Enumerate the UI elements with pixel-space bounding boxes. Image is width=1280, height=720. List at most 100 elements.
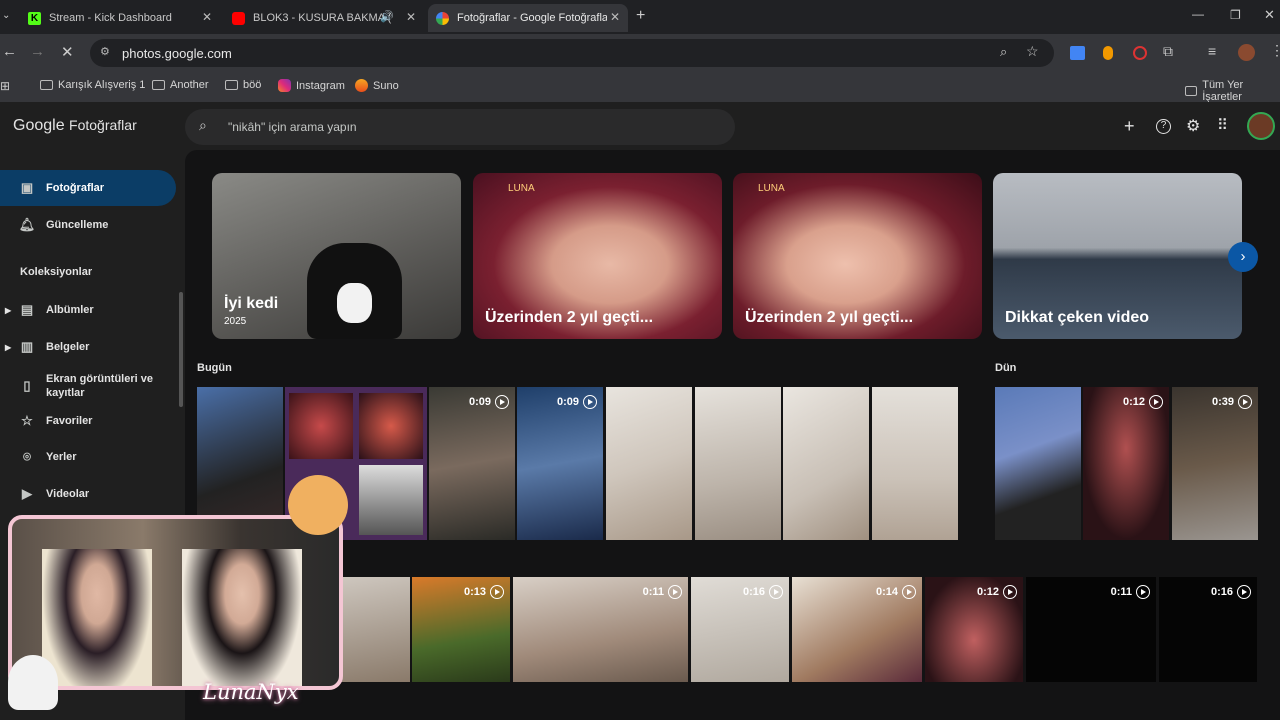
sidebar-scrollbar[interactable]	[179, 292, 183, 407]
forward-icon[interactable]: →	[30, 43, 45, 60]
site-info-icon[interactable]: ⚙	[100, 45, 110, 58]
screenshot-icon: ▯	[23, 378, 31, 393]
video-thumbnail[interactable]: 0:39	[1172, 387, 1258, 540]
extensions-puzzle-icon[interactable]: ⧉	[1163, 43, 1173, 60]
collage-cell	[359, 465, 423, 535]
bookmark-item[interactable]: Another	[152, 79, 209, 91]
tab-google-photos[interactable]: Fotoğraflar - Google Fotoğrafla ✕	[428, 4, 628, 32]
document-icon: ▥	[20, 339, 34, 354]
url-text[interactable]: photos.google.com	[122, 46, 232, 61]
video-duration: 0:12	[1123, 395, 1163, 409]
sidebar-item-documents[interactable]: ▶ ▥ Belgeler	[0, 329, 176, 365]
expand-icon[interactable]: ▶	[5, 306, 11, 315]
photo-thumbnail[interactable]	[995, 387, 1081, 540]
video-icon: ▶	[22, 486, 32, 501]
photo-thumbnail[interactable]	[606, 387, 692, 540]
address-bar-row: ← → ✕ ⚙ photos.google.com ⌕ ☆ ⧉ ≡ ⋮	[0, 34, 1280, 72]
photo-thumbnail[interactable]	[872, 387, 958, 540]
folder-icon	[152, 80, 165, 90]
apps-grid-icon[interactable]: ⠿	[1217, 116, 1228, 134]
search-input[interactable]: "nikâh" için arama yapın	[228, 120, 357, 134]
bookmark-star-icon[interactable]: ☆	[1026, 43, 1039, 60]
sidebar-item-places[interactable]: ⌾ Yerler	[0, 439, 176, 475]
tab-title: BLOK3 - KUSURA BAKMA (	[253, 12, 392, 24]
duration-text: 0:12	[1122, 396, 1145, 408]
tab-title: Fotoğraflar - Google Fotoğrafla	[457, 12, 607, 24]
memory-card[interactable]: İyi kedi 2025	[212, 173, 461, 339]
app-logo[interactable]: Google Fotoğraflar	[13, 117, 137, 135]
cat-shape	[337, 283, 372, 323]
memory-title: Dikkat çeken video	[1005, 309, 1150, 326]
sidebar-item-photos[interactable]: ▣ Fotoğraflar	[0, 170, 176, 206]
video-duration: 0:09	[469, 395, 509, 409]
album-icon: ▤	[20, 302, 34, 317]
expand-icon[interactable]: ▶	[5, 343, 11, 352]
restore-button[interactable]: ❐	[1230, 8, 1241, 22]
stop-loading-icon[interactable]: ✕	[61, 43, 74, 61]
photo-thumbnail[interactable]	[783, 387, 869, 540]
sidebar-item-label: Fotoğraflar	[46, 182, 105, 194]
menu-icon[interactable]: ⋮	[1270, 42, 1280, 59]
close-window-button[interactable]: ✕	[1264, 7, 1275, 23]
memory-card[interactable]: LUNA Üzerinden 2 yıl geçti...	[473, 173, 722, 339]
search-box[interactable]: ⌕ "nikâh" için arama yapın	[185, 109, 735, 145]
search-icon[interactable]: ⌕	[199, 117, 207, 134]
bookmark-item[interactable]: böö	[225, 79, 261, 91]
omnibox[interactable]: ⚙ photos.google.com ⌕ ☆	[90, 39, 1054, 67]
zoom-icon[interactable]: ⌕	[1000, 44, 1007, 60]
google-photos-icon	[436, 11, 449, 25]
extension-icon[interactable]	[1103, 46, 1113, 60]
next-arrow-button[interactable]: ›	[1228, 242, 1258, 272]
video-thumbnail[interactable]: 0:11	[1026, 577, 1156, 682]
back-icon[interactable]: ←	[2, 43, 17, 60]
help-icon[interactable]: ?	[1156, 119, 1171, 134]
media-control-icon[interactable]: ≡	[1208, 43, 1216, 59]
video-thumbnail[interactable]: 0:11	[513, 577, 688, 682]
memory-card[interactable]: LUNA Üzerinden 2 yıl geçti...	[733, 173, 982, 339]
close-icon[interactable]: ✕	[406, 10, 416, 24]
video-thumbnail[interactable]: 0:12	[1083, 387, 1169, 540]
sidebar-item-label: Ekran görüntüleri ve kayıtlar	[46, 373, 153, 399]
speaker-icon[interactable]: 🔊	[380, 10, 394, 23]
duration-text: 0:14	[875, 586, 898, 598]
bookmarks-bar: ⊞ Karışık Alışveriş 1 Another böö Instag…	[0, 72, 1280, 103]
video-thumbnail[interactable]: 0:14	[792, 577, 922, 682]
bookmark-item[interactable]: Karışık Alışveriş 1	[40, 79, 145, 91]
photo-thumbnail[interactable]	[695, 387, 781, 540]
tab-search-icon[interactable]: ⌄	[2, 10, 10, 21]
memory-card[interactable]: Dikkat çeken video	[993, 173, 1242, 339]
bookmark-label: Karışık Alışveriş 1	[58, 79, 146, 91]
all-bookmarks[interactable]: Tüm Yer İşaretler	[1185, 79, 1280, 103]
video-thumbnail[interactable]: 0:09	[429, 387, 515, 540]
bookmark-item[interactable]: Suno	[355, 79, 399, 92]
video-thumbnail[interactable]: 0:16	[1159, 577, 1257, 682]
video-thumbnail[interactable]: 0:13	[412, 577, 510, 682]
bookmark-item[interactable]: Instagram	[278, 79, 345, 92]
browser-tab-strip: ⌄ K Stream - Kick Dashboard ✕ BLOK3 - KU…	[0, 0, 1280, 34]
add-icon[interactable]: +	[1124, 116, 1135, 137]
account-avatar[interactable]	[1247, 112, 1275, 140]
profile-avatar[interactable]	[1238, 44, 1255, 61]
sidebar-item-favorites[interactable]: ☆ Favoriler	[0, 403, 176, 439]
sidebar-item-videos[interactable]: ▶ Videolar	[0, 476, 176, 512]
sidebar-item-albums[interactable]: ▶ ▤ Albümler	[0, 292, 176, 328]
apps-grid-icon[interactable]: ⊞	[0, 79, 10, 93]
sidebar-item-label: Albümler	[46, 304, 94, 316]
extension-icon[interactable]	[1133, 46, 1147, 60]
new-tab-button[interactable]: +	[636, 7, 645, 25]
settings-gear-icon[interactable]: ⚙	[1186, 116, 1200, 136]
play-icon	[583, 395, 597, 409]
close-icon[interactable]: ✕	[610, 10, 620, 24]
sidebar-item-updates[interactable]: 🔔︎ Güncelleme	[0, 207, 176, 243]
close-icon[interactable]: ✕	[202, 10, 212, 24]
sidebar-item-screenshots[interactable]: ▯ Ekran görüntüleri ve kayıtlar	[0, 366, 176, 406]
translate-extension-icon[interactable]	[1070, 46, 1085, 60]
video-thumbnail[interactable]: 0:16	[691, 577, 789, 682]
bookmark-label: Instagram	[296, 79, 345, 92]
tab-kick[interactable]: K Stream - Kick Dashboard ✕	[20, 4, 220, 32]
video-thumbnail[interactable]: 0:09	[517, 387, 603, 540]
logo-google: Google	[13, 117, 65, 134]
video-thumbnail[interactable]: 0:12	[925, 577, 1023, 682]
tab-youtube[interactable]: BLOK3 - KUSURA BAKMA ( 🔊 ✕	[224, 4, 424, 32]
minimize-button[interactable]: —	[1192, 7, 1204, 21]
